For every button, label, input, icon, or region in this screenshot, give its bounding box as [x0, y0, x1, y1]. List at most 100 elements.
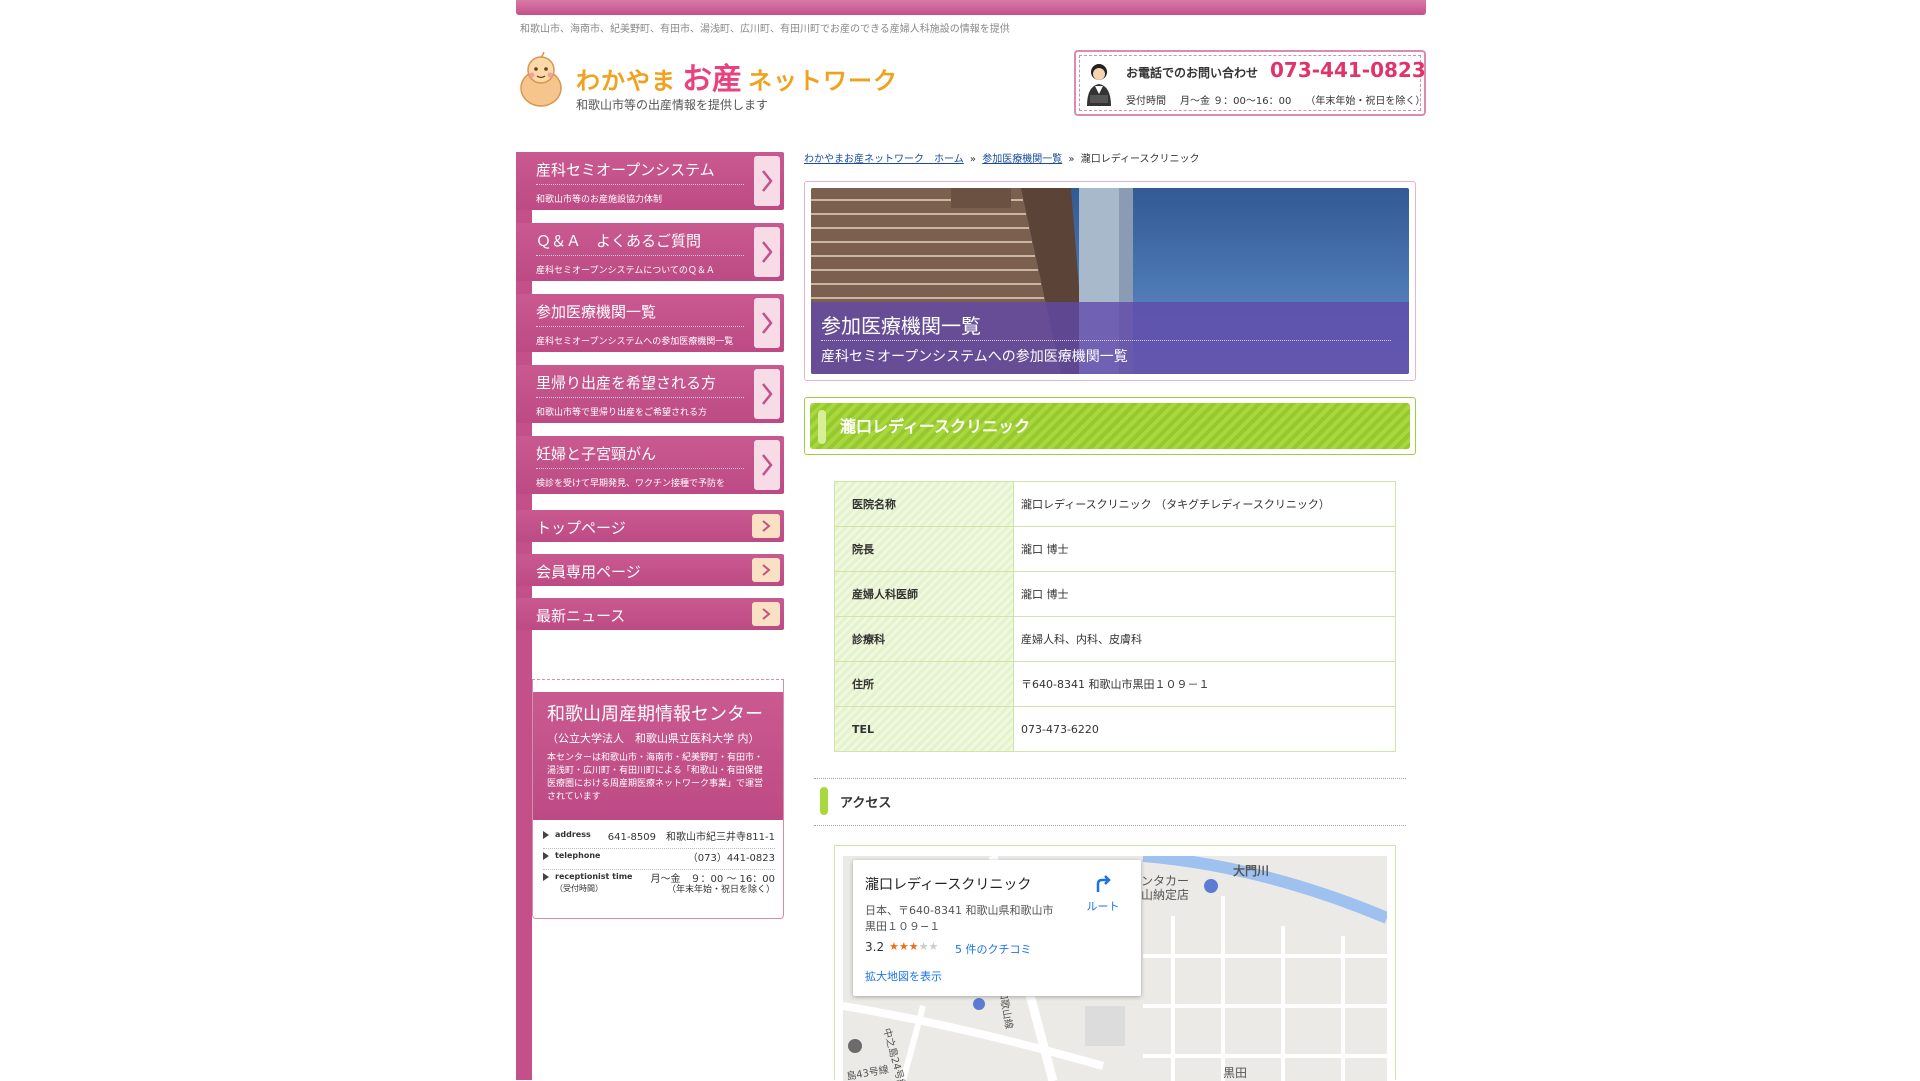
chevron-right-icon	[754, 227, 780, 277]
logo-title-part2: お産	[682, 62, 742, 97]
breadcrumb-current: 瀧口レディースクリニック	[1080, 154, 1200, 165]
chevron-right-icon	[754, 298, 780, 348]
sidebar-item-members[interactable]: 会員専用ページ	[516, 554, 784, 586]
chevron-right-icon	[752, 558, 780, 582]
sidebar-item-title: 最新ニュース	[536, 607, 626, 625]
clinic-title: 瀧口レディースクリニック	[840, 417, 1031, 436]
breadcrumb-separator: »	[1068, 154, 1075, 165]
info-key: 院長	[834, 526, 1014, 572]
hero-subtitle: 産科セミオープンシステムへの参加医療機関一覧	[821, 349, 1128, 365]
triangle-bullet-icon	[543, 873, 549, 881]
sidebar-item-homecoming-birth[interactable]: 里帰り出産を希望される方 和歌山市等で里帰り出産をご希望される方	[516, 365, 784, 423]
site-tagline: 和歌山市、海南市、紀美野町、有田市、湯浅町、広川町、有田川町でお産のできる産婦人…	[520, 24, 1010, 35]
sidebar-item-title: 会員専用ページ	[536, 563, 641, 581]
sidebar-item-divider	[536, 326, 744, 327]
access-heading: アクセス	[814, 778, 1406, 826]
table-row: TEL 073-473-6220	[834, 706, 1396, 752]
contact-hours-label: 受付時間	[1126, 96, 1166, 107]
center-telephone: （073）441-0823	[687, 853, 775, 864]
map-label-store2: 山納定店	[1141, 888, 1190, 902]
hero-title: 参加医療機関一覧	[821, 314, 981, 338]
sidebar-item-top-page[interactable]: トップページ	[516, 510, 784, 542]
info-value: 073-473-6220	[1013, 706, 1396, 752]
baby-logo-icon	[520, 52, 562, 107]
sidebar-item-cervical-cancer[interactable]: 妊婦と子宮頸がん 検診を受けて早期発見、ワクチン接種で予防を	[516, 436, 784, 494]
chevron-right-icon	[752, 602, 780, 626]
map-reviews-link[interactable]: 5 件のクチコミ	[955, 941, 1032, 957]
site-logo[interactable]: わかやま お産 ネットワーク 和歌山市等の出産情報を提供します	[518, 52, 918, 114]
map-place-card: 瀧口レディースクリニック 日本、〒640-8341 和歌山県和歌山市 黒田１０９…	[853, 860, 1141, 996]
center-reception-row: receptionist time （受付時間） 月～金 ９：00 ～ 16：0…	[543, 870, 775, 898]
map-larger-map-link[interactable]: 拡大地図を表示	[865, 968, 942, 984]
info-key: 産婦人科医師	[834, 571, 1014, 617]
info-value: 産婦人科、内科、皮膚科	[1013, 616, 1396, 662]
center-address-label: address	[555, 830, 591, 839]
breadcrumb: わかやまお産ネットワーク ホーム » 参加医療機関一覧 » 瀧口レディースクリニ…	[804, 150, 1200, 165]
top-bar	[516, 0, 1426, 15]
logo-title-part3: ネットワーク	[748, 67, 898, 95]
table-row: 住所 〒640-8341 和歌山市黒田１０９－１	[834, 661, 1396, 707]
center-reception-note: （年末年始・祝日を除く）	[666, 885, 775, 895]
contact-label: お電話でのお問い合わせ	[1126, 66, 1259, 80]
hero-divider	[821, 340, 1391, 341]
clinic-title-marker	[818, 410, 826, 444]
contact-hours: 受付時間 月～金 ９：00～16：00 （年末年始・祝日を除く）	[1126, 92, 1439, 107]
table-row: 診療科 産婦人科、内科、皮膚科	[834, 616, 1396, 662]
hospital-building-image: 参加医療機関一覧 産科セミオープンシステムへの参加医療機関一覧	[811, 188, 1409, 374]
logo-title: わかやま お産 ネットワーク	[576, 54, 898, 98]
perinatal-center-box: 和歌山周産期情報センター （公立大学法人 和歌山県立医科大学 内） 本センターは…	[532, 679, 784, 919]
info-value: 瀧口 博士	[1013, 526, 1396, 572]
map-label-river: 大門川	[1233, 864, 1270, 878]
sidebar-item-title: トップページ	[536, 519, 626, 537]
map-place-name: 瀧口レディースクリニック	[865, 877, 1032, 893]
clinic-title-bg: 瀧口レディースクリニック	[810, 403, 1410, 449]
sidebar: 産科セミオープンシステム 和歌山市等のお産施設協力体制 Ｑ＆Ａ よくあるご質問 …	[516, 152, 784, 1080]
sidebar-item-participants[interactable]: 参加医療機関一覧 産科セミオープンシステムへの参加医療機関一覧	[516, 294, 784, 352]
clinic-title-bar: 瀧口レディースクリニック	[804, 397, 1416, 455]
map-label-kuroda: 黒田	[1223, 1066, 1248, 1080]
logo-title-part1: わかやま	[576, 67, 676, 95]
map-place-address-line2: 黒田１０９−１	[865, 920, 941, 933]
sidebar-item-semi-open-system[interactable]: 産科セミオープンシステム 和歌山市等のお産施設協力体制	[516, 152, 784, 210]
perinatal-center-header: 和歌山周産期情報センター （公立大学法人 和歌山県立医科大学 内） 本センターは…	[533, 692, 783, 820]
sidebar-item-divider	[536, 184, 744, 185]
access-marker	[820, 787, 828, 815]
info-value: 瀧口 博士	[1013, 571, 1396, 617]
center-telephone-label: telephone	[555, 851, 601, 860]
map-route-button[interactable]: ルート	[1083, 872, 1123, 916]
sidebar-item-title: Ｑ＆Ａ よくあるご質問	[536, 232, 702, 250]
center-reception-label-jp: （受付時間）	[555, 884, 603, 893]
sidebar-item-divider	[536, 255, 744, 256]
perinatal-center-subtitle: （公立大学法人 和歌山県立医科大学 内）	[547, 732, 760, 745]
sidebar-item-qa[interactable]: Ｑ＆Ａ よくあるご質問 産科セミオープンシステムについてのＱ＆Ａ	[516, 223, 784, 281]
breadcrumb-list-link[interactable]: 参加医療機関一覧	[982, 154, 1062, 165]
map-place-address-line1: 日本、〒640-8341 和歌山県和歌山市	[865, 904, 1054, 917]
contact-phone[interactable]: 073-441-0823	[1270, 58, 1426, 82]
sidebar-item-news[interactable]: 最新ニュース	[516, 598, 784, 630]
center-address: 641-8509 和歌山市紀三井寺811-1	[607, 832, 775, 843]
chevron-right-icon	[754, 156, 780, 206]
page: 和歌山市、海南市、紀美野町、有田市、湯浅町、広川町、有田川町でお産のできる産婦人…	[0, 0, 1920, 1081]
perinatal-center-title: 和歌山周産期情報センター	[547, 704, 763, 725]
hero-banner: 参加医療機関一覧 産科セミオープンシステムへの参加医療機関一覧	[804, 181, 1416, 381]
info-value: 瀧口レディースクリニック （タキグチレディースクリニック）	[1013, 481, 1396, 527]
center-telephone-row: telephone （073）441-0823	[543, 849, 775, 870]
google-map[interactable]: 大門川 ンタカー 山納定店 黒田 中之島24号線 和歌山線 島43号線 瀧口レデ…	[843, 856, 1387, 1081]
rating-stars-empty: ★★	[918, 940, 939, 953]
breadcrumb-home-link[interactable]: わかやまお産ネットワーク ホーム	[804, 154, 964, 165]
info-key: 診療科	[834, 616, 1014, 662]
center-reception-label: receptionist time	[555, 872, 633, 881]
hero-overlay: 参加医療機関一覧 産科セミオープンシステムへの参加医療機関一覧	[811, 302, 1409, 374]
sidebar-item-divider	[536, 468, 744, 469]
info-value: 〒640-8341 和歌山市黒田１０９－１	[1013, 661, 1396, 707]
sidebar-item-title: 産科セミオープンシステム	[536, 161, 715, 179]
operator-icon	[1087, 64, 1111, 106]
info-key: TEL	[834, 706, 1014, 752]
center-address-row: address 641-8509 和歌山市紀三井寺811-1	[543, 828, 775, 849]
sidebar-item-subtitle: 和歌山市等で里帰り出産をご希望される方	[536, 408, 708, 418]
logo-subtitle: 和歌山市等の出産情報を提供します	[576, 98, 769, 112]
contact-hours-note: （年末年始・祝日を除く）	[1305, 96, 1426, 107]
clinic-info-table: 医院名称 瀧口レディースクリニック （タキグチレディースクリニック） 院長 瀧口 博…	[834, 481, 1396, 752]
triangle-bullet-icon	[543, 852, 549, 860]
breadcrumb-separator: »	[969, 154, 977, 165]
